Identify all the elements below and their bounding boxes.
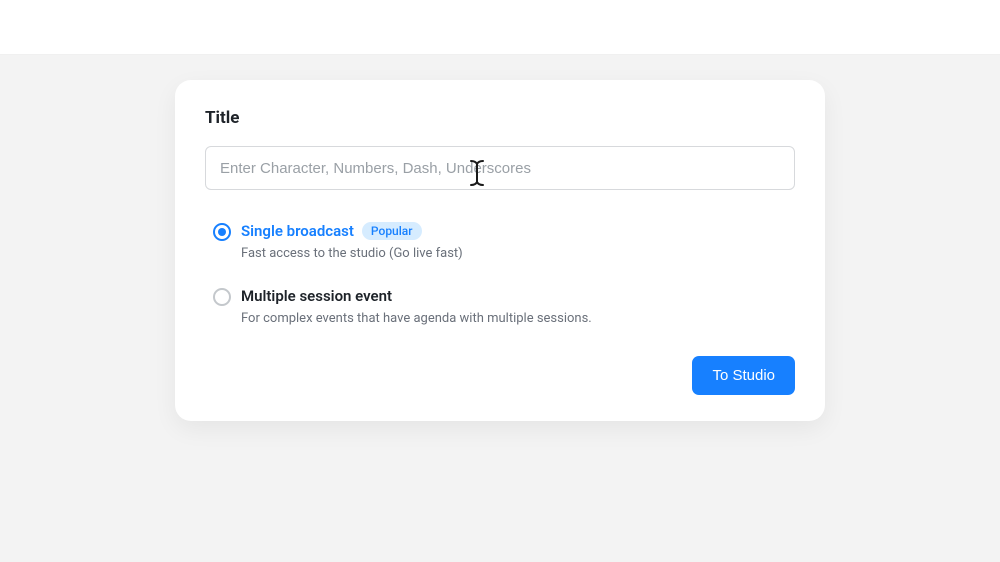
- top-bar: [0, 0, 1000, 55]
- option-label: Multiple session event: [241, 287, 392, 305]
- option-description: Fast access to the studio (Go live fast): [241, 246, 463, 261]
- option-label-row: Single broadcast Popular: [241, 222, 463, 240]
- event-type-options: Single broadcast Popular Fast access to …: [205, 222, 795, 326]
- option-label: Single broadcast: [241, 222, 354, 240]
- option-label-row: Multiple session event: [241, 287, 592, 305]
- title-input[interactable]: [205, 146, 795, 190]
- page-background: Title Single broadcast Popular Fast acce…: [0, 55, 1000, 562]
- option-single-broadcast[interactable]: Single broadcast Popular Fast access to …: [213, 222, 795, 261]
- title-label: Title: [205, 108, 795, 128]
- radio-icon[interactable]: [213, 223, 231, 241]
- form-card: Title Single broadcast Popular Fast acce…: [175, 80, 825, 421]
- option-multiple-session[interactable]: Multiple session event For complex event…: [213, 287, 795, 326]
- option-text-block: Multiple session event For complex event…: [241, 287, 592, 326]
- option-description: For complex events that have agenda with…: [241, 311, 592, 326]
- actions-row: To Studio: [205, 356, 795, 395]
- option-text-block: Single broadcast Popular Fast access to …: [241, 222, 463, 261]
- to-studio-button[interactable]: To Studio: [692, 356, 795, 395]
- popular-badge: Popular: [362, 222, 422, 240]
- radio-icon[interactable]: [213, 288, 231, 306]
